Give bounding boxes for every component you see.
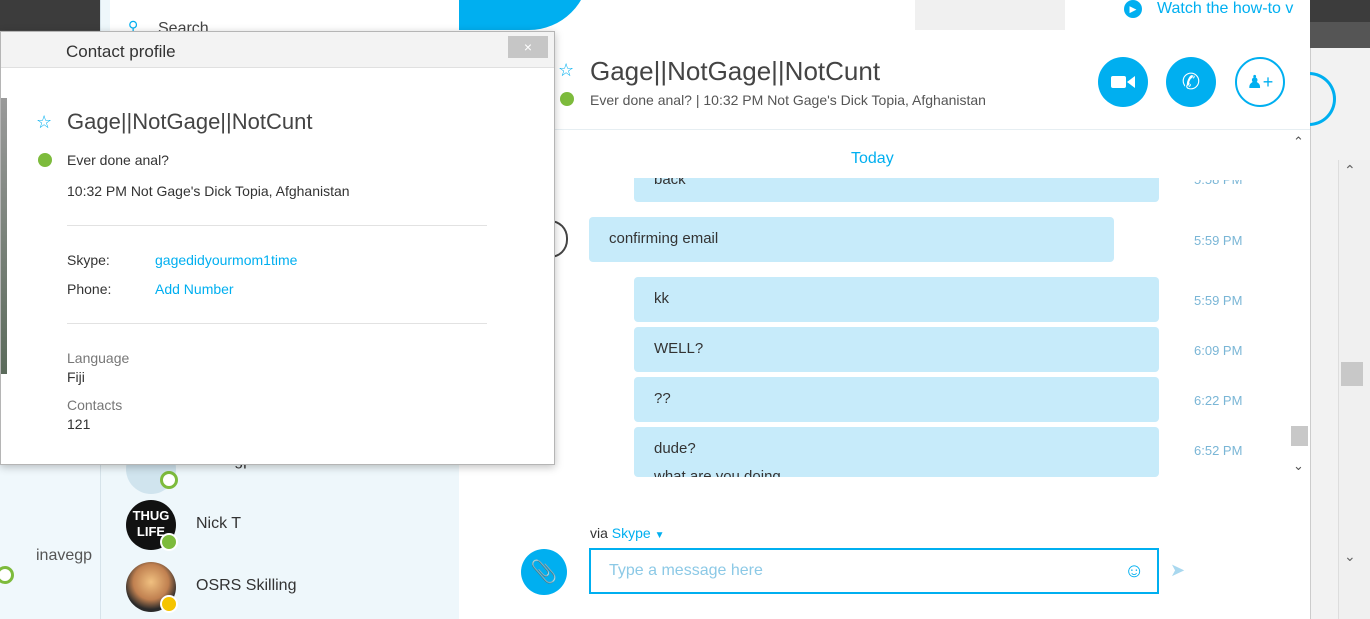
call-button[interactable]: ✆: [1166, 57, 1216, 107]
banner-graphic: [915, 0, 1065, 30]
add-number-link[interactable]: Add Number: [155, 281, 234, 297]
dialog-title: Contact profile: [66, 42, 176, 61]
background-scroll-thumb[interactable]: [1341, 362, 1363, 386]
chat-scroll-thumb[interactable]: [1291, 426, 1308, 446]
skype-name-link[interactable]: gagedidyourmom1time: [155, 252, 297, 268]
message-text: kk: [654, 290, 669, 307]
phone-label: Phone:: [67, 281, 112, 297]
contacts-count: 121: [67, 416, 91, 432]
message-text: what are you doing: [654, 468, 781, 477]
phone-call-icon: ✆: [1181, 69, 1201, 94]
profile-picture: [1, 98, 7, 374]
add-person-icon: ♟+: [1246, 71, 1274, 92]
contact-list-item[interactable]: THUG LIFE Nick T: [126, 500, 446, 552]
how-to-link[interactable]: Watch the how-to v: [1157, 0, 1307, 18]
profile-mood: Ever done anal?: [67, 152, 169, 168]
chevron-down-icon[interactable]: ⌄: [1344, 548, 1356, 565]
attach-icon: 📎: [530, 559, 558, 584]
chevron-down-icon[interactable]: ⌄: [1293, 458, 1304, 474]
star-icon[interactable]: ☆: [558, 60, 574, 81]
contact-profile-dialog: Contact profile × ☆ Gage||NotGage||NotCu…: [0, 31, 555, 465]
message-time: 5:59 PM: [1194, 233, 1243, 248]
video-call-button[interactable]: [1098, 57, 1148, 107]
star-icon[interactable]: ☆: [36, 112, 52, 133]
divider: [67, 323, 487, 324]
via-selector[interactable]: via Skype ▼: [590, 525, 665, 541]
caret-down-icon[interactable]: ▼: [655, 530, 665, 541]
language-label: Language: [67, 350, 130, 366]
divider: [67, 225, 487, 226]
message-text: ??: [654, 390, 671, 407]
status-away-icon: [160, 595, 178, 613]
mood-line: Ever done anal? | 10:32 PM Not Gage's Di…: [590, 92, 986, 108]
status-online-icon: [38, 153, 52, 167]
send-icon[interactable]: ➤: [1170, 560, 1185, 581]
message-bubble: ??: [634, 377, 1159, 422]
status-offline-icon: [160, 471, 178, 489]
video-call-icon: [1111, 76, 1135, 88]
status-online-icon: [560, 92, 574, 106]
chevron-up-icon[interactable]: ⌃: [1344, 162, 1356, 179]
contact-list-item[interactable]: OSRS Skilling: [126, 562, 446, 614]
background-contact-name: inavegp: [36, 547, 93, 564]
via-label: via: [590, 525, 608, 541]
message-time: 6:09 PM: [1194, 343, 1243, 358]
message-time: 5:59 PM: [1194, 293, 1243, 308]
message-time: 6:52 PM: [1194, 443, 1243, 458]
day-divider: Today: [851, 150, 894, 167]
message-input[interactable]: [589, 548, 1159, 594]
add-people-button[interactable]: ♟+: [1235, 57, 1285, 107]
language-value: Fiji: [67, 369, 85, 385]
chevron-up-icon[interactable]: ⌃: [1293, 134, 1304, 150]
message-bubble: WELL?: [634, 327, 1159, 372]
contact-name: OSRS Skilling: [196, 577, 297, 594]
via-service[interactable]: Skype: [612, 525, 651, 541]
background-window-titlebar: [1310, 22, 1370, 48]
message-text: confirming email: [609, 230, 719, 247]
conversation-title[interactable]: Gage||NotGage||NotCunt: [590, 56, 880, 87]
message-bubble: confirming email: [589, 217, 1114, 262]
message-bubble: kk: [634, 277, 1159, 322]
profile-location: 10:32 PM Not Gage's Dick Topia, Afghanis…: [67, 183, 350, 199]
close-icon: ×: [523, 39, 533, 55]
attach-button[interactable]: 📎: [521, 549, 567, 595]
message-text: dude?: [654, 440, 696, 457]
contact-name: Nick T: [196, 515, 242, 532]
message-time: 6:22 PM: [1194, 393, 1243, 408]
message-text: WELL?: [654, 340, 704, 357]
contacts-label: Contacts: [67, 397, 123, 413]
message-bubble: dude? what are you doing: [634, 427, 1159, 477]
profile-name: Gage||NotGage||NotCunt: [67, 109, 313, 134]
emoji-icon[interactable]: ☺: [1124, 560, 1144, 583]
close-button[interactable]: ×: [508, 36, 548, 58]
background-contact-list: [0, 464, 100, 619]
status-online-icon: [160, 533, 178, 551]
play-icon[interactable]: ▶: [1124, 0, 1142, 18]
skype-label: Skype:: [67, 252, 110, 268]
